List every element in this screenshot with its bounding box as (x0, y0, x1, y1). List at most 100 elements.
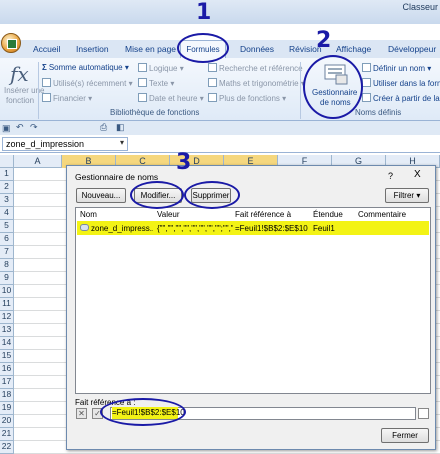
lookup-icon (208, 63, 217, 72)
text-button[interactable]: Texte ▾ (138, 78, 174, 88)
title-bar: Classeur (0, 0, 440, 24)
group-label-function-library: Bibliothèque de fonctions (110, 108, 200, 117)
recent-label: Utilisé(s) récemment (53, 79, 127, 88)
row-header[interactable]: 15 (0, 350, 14, 363)
redo-icon[interactable]: ↷ (30, 122, 38, 133)
row-header[interactable]: 1 (0, 168, 14, 181)
close-button[interactable]: Fermer (381, 428, 429, 443)
name-manager-icon[interactable] (322, 63, 350, 85)
new-button[interactable]: Nouveau... (76, 188, 126, 203)
list-header-comment[interactable]: Commentaire (358, 210, 406, 219)
select-all-corner[interactable] (0, 155, 14, 168)
row-header[interactable]: 11 (0, 298, 14, 311)
use-in-formula-icon (362, 78, 371, 87)
list-cell-name: zone_d_impress... (91, 224, 153, 233)
collapse-dialog-icon[interactable] (418, 408, 429, 419)
recent-button[interactable]: Utilisé(s) récemment ▾ (42, 78, 133, 88)
row-header[interactable]: 21 (0, 428, 14, 441)
undo-icon[interactable]: ↶ (16, 122, 24, 133)
name-box[interactable]: zone_d_impression (2, 137, 128, 151)
logical-button[interactable]: Logique ▾ (138, 63, 184, 73)
text-label: Texte (149, 79, 169, 88)
insert-function-line2[interactable]: fonction (6, 96, 34, 105)
window-title: Classeur (402, 2, 438, 12)
tab-formules[interactable]: Formules (180, 40, 226, 59)
more-functions-button[interactable]: Plus de fonctions ▾ (208, 93, 286, 103)
filter-label: Filtrer (393, 191, 415, 200)
row-header[interactable]: 4 (0, 207, 14, 220)
office-button-icon[interactable] (1, 33, 21, 53)
ribbon-separator (300, 62, 301, 119)
edit-button[interactable]: Modifier... (134, 188, 182, 203)
list-header-value[interactable]: Valeur (157, 210, 180, 219)
use-in-formula-label: Utiliser dans la formule (373, 79, 440, 88)
use-in-formula-button[interactable]: Utiliser dans la formule (362, 78, 440, 88)
logical-label: Logique (149, 64, 178, 73)
define-name-label: Définir un nom (373, 64, 426, 73)
row-header[interactable]: 3 (0, 194, 14, 207)
print-icon[interactable]: ⎙ (100, 122, 107, 133)
close-icon[interactable]: X (414, 169, 421, 180)
row-header[interactable]: 16 (0, 363, 14, 376)
chevron-down-icon[interactable]: ▾ (120, 138, 124, 147)
row-header[interactable]: 12 (0, 311, 14, 324)
financial-button[interactable]: Financier ▾ (42, 93, 92, 103)
math-icon (208, 78, 217, 87)
confirm-edit-icon[interactable]: ✓ (92, 408, 103, 419)
tab-insertion[interactable]: Insertion (76, 44, 109, 54)
sigma-icon: Σ (42, 63, 47, 72)
row-header[interactable]: 9 (0, 272, 14, 285)
row-header[interactable]: 10 (0, 285, 14, 298)
create-from-selection-button[interactable]: Créer à partir de la sélection (362, 93, 440, 103)
annotation-number-2: 2 (316, 28, 332, 53)
row-header[interactable]: 8 (0, 259, 14, 272)
tab-accueil[interactable]: Accueil (33, 44, 60, 54)
more-functions-icon (208, 93, 217, 102)
help-button[interactable]: ? (388, 171, 393, 181)
delete-button[interactable]: Supprimer (191, 188, 231, 203)
row-header[interactable]: 6 (0, 233, 14, 246)
row-header[interactable]: 19 (0, 402, 14, 415)
fx-icon[interactable]: fx (10, 62, 29, 86)
row-header[interactable]: 18 (0, 389, 14, 402)
preview-icon[interactable]: ◧ (116, 122, 125, 133)
create-from-selection-label: Créer à partir de la sélection (373, 94, 440, 103)
list-header-scope[interactable]: Étendue (313, 210, 343, 219)
tab-affichage[interactable]: Affichage (336, 44, 371, 54)
filter-button[interactable]: Filtrer ▾ (385, 188, 429, 203)
list-cell-refers-to: =Feuil1!$B$2:$E$10 (235, 224, 308, 233)
refers-to-value[interactable]: =Feuil1!$B$2:$E$10 (112, 407, 185, 419)
row-header[interactable]: 22 (0, 441, 14, 454)
names-list[interactable] (75, 207, 431, 394)
dialog-title: Gestionnaire de noms (75, 172, 159, 182)
financial-label: Financier (53, 94, 86, 103)
define-name-icon (362, 63, 371, 72)
tab-developpeur[interactable]: Développeur (388, 44, 436, 54)
row-header[interactable]: 7 (0, 246, 14, 259)
name-manager-line2[interactable]: de noms (320, 98, 351, 107)
save-icon[interactable]: ▣ (2, 123, 11, 134)
cancel-edit-icon[interactable]: ✕ (76, 408, 87, 419)
math-button[interactable]: Maths et trigonométrie ▾ (208, 78, 305, 88)
row-header[interactable]: 20 (0, 415, 14, 428)
autosum-button[interactable]: Σ Somme automatique ▾ (42, 63, 129, 72)
column-header[interactable]: A (14, 155, 62, 168)
row-header[interactable]: 17 (0, 376, 14, 389)
datetime-button[interactable]: Date et heure ▾ (138, 93, 204, 103)
list-cell-scope: Feuil1 (313, 224, 335, 233)
row-header[interactable]: 2 (0, 181, 14, 194)
row-header[interactable]: 5 (0, 220, 14, 233)
lookup-button[interactable]: Recherche et référence (208, 63, 303, 73)
calendar-icon (138, 93, 147, 102)
row-header[interactable]: 14 (0, 337, 14, 350)
more-functions-label: Plus de fonctions (219, 94, 280, 103)
logical-icon (138, 63, 147, 72)
row-header[interactable]: 13 (0, 324, 14, 337)
define-name-button[interactable]: Définir un nom ▾ (362, 63, 431, 73)
list-header-refers-to[interactable]: Fait référence à (235, 210, 291, 219)
name-manager-line1[interactable]: Gestionnaire (312, 88, 357, 97)
group-label-defined-names: Noms définis (355, 108, 402, 117)
list-header-name[interactable]: Nom (80, 210, 97, 219)
tab-donnees[interactable]: Données (240, 44, 274, 54)
tab-mise-en-page[interactable]: Mise en page (125, 44, 176, 54)
